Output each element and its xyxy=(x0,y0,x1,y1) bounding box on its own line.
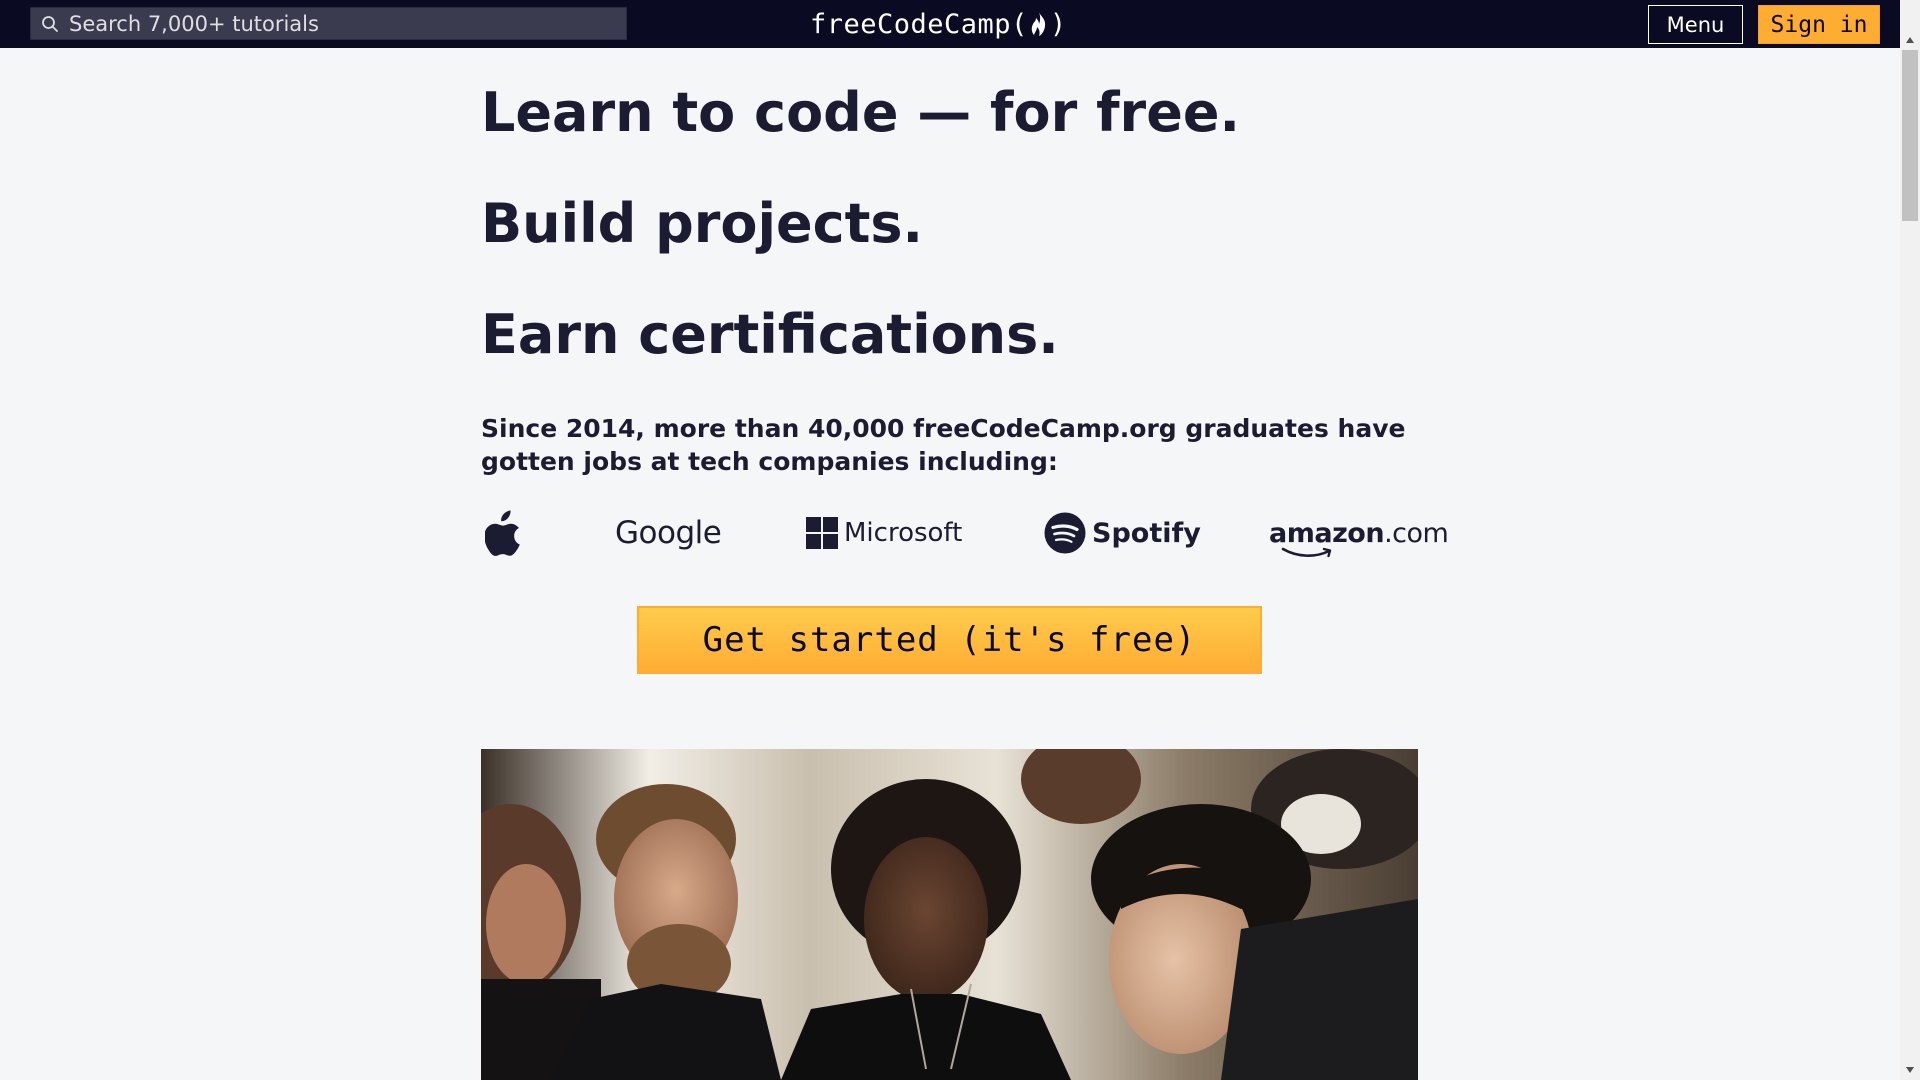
amazon-smile-icon xyxy=(1281,547,1332,558)
scroll-down-button[interactable] xyxy=(1900,1060,1920,1080)
scrollbar-thumb[interactable] xyxy=(1902,50,1918,221)
sign-in-button[interactable]: Sign in xyxy=(1758,5,1880,44)
campers-photo xyxy=(481,749,1418,1080)
freecodecamp-logo[interactable]: freeCodeCamp ( ) xyxy=(810,6,1067,42)
headline-build: Build projects. xyxy=(481,192,924,255)
menu-button-label: Menu xyxy=(1666,12,1725,37)
spotify-logo: Spotify xyxy=(1044,498,1201,568)
search-box[interactable] xyxy=(30,7,627,40)
headline-learn: Learn to code — for free. xyxy=(481,81,1240,144)
scroll-up-button[interactable] xyxy=(1900,30,1920,50)
apple-logo xyxy=(485,498,523,568)
get-started-button[interactable]: Get started (it's free) xyxy=(637,606,1262,674)
scroll-down-arrow-icon xyxy=(1906,1067,1914,1073)
brand-name: freeCodeCamp xyxy=(810,8,1012,40)
headline-earn: Earn certifications. xyxy=(481,303,1059,366)
google-wordmark: Google xyxy=(615,515,722,551)
company-logos: Google Microsoft Spotify amazon .com xyxy=(481,498,1449,568)
google-logo: Google xyxy=(615,498,722,568)
brand-paren-close: ) xyxy=(1049,8,1067,40)
amazon-suffix: .com xyxy=(1384,517,1449,549)
page-scrollbar[interactable] xyxy=(1900,0,1920,1080)
menu-button[interactable]: Menu xyxy=(1648,5,1743,44)
spotify-icon xyxy=(1044,512,1086,554)
top-navigation-bar: freeCodeCamp ( ) Menu Sign in xyxy=(0,0,1920,48)
brand-paren-open: ( xyxy=(1011,8,1028,40)
microsoft-wordmark: Microsoft xyxy=(844,518,963,548)
flame-icon xyxy=(1031,12,1045,36)
sign-in-button-label: Sign in xyxy=(1770,11,1868,38)
graduates-statement: Since 2014, more than 40,000 freeCodeCam… xyxy=(481,414,1406,476)
microsoft-logo: Microsoft xyxy=(806,498,962,568)
search-input[interactable] xyxy=(69,11,609,36)
campers-photo-illustration xyxy=(481,749,1418,1080)
scroll-up-arrow-icon xyxy=(1906,37,1914,43)
amazon-logo: amazon .com xyxy=(1269,498,1449,568)
get-started-label: Get started (it's free) xyxy=(702,620,1197,660)
apple-icon xyxy=(485,510,520,556)
amazon-wordmark: amazon xyxy=(1269,517,1385,549)
windows-grid-icon xyxy=(806,517,838,549)
spotify-wordmark: Spotify xyxy=(1092,517,1201,549)
search-icon xyxy=(42,15,58,32)
